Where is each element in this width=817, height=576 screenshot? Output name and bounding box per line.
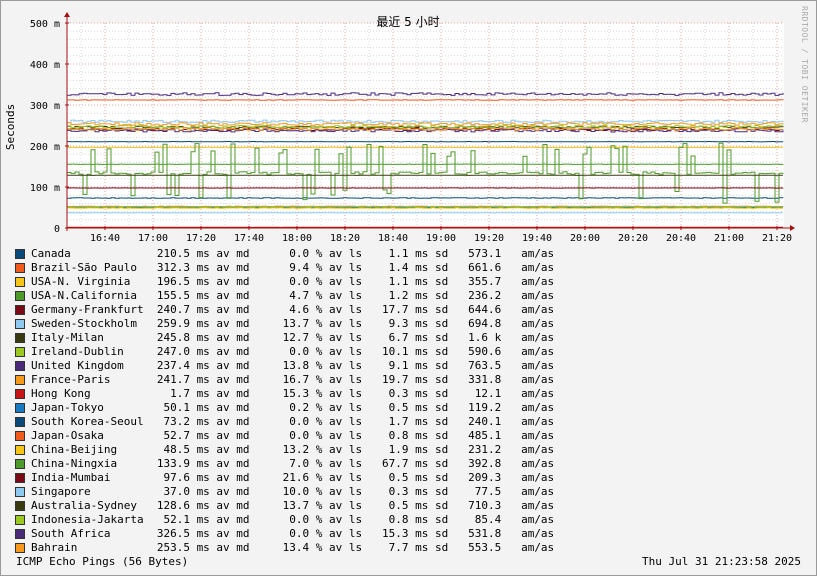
legend-text: China-Beijing 48.5 ms av md 13.2 % av ls… [31, 443, 555, 456]
legend-swatch [15, 529, 25, 539]
legend-item: Sweden-Stockholm 259.9 ms av md 13.7 % a… [15, 317, 554, 331]
legend-text: Brazil-São Paulo 312.3 ms av md 9.4 % av… [31, 261, 555, 274]
legend-item: India-Mumbai 97.6 ms av md 21.6 % av ls … [15, 471, 554, 485]
y-tick-label: 400 m [30, 60, 60, 71]
x-tick-label: 20:00 [570, 233, 600, 244]
legend-swatch [15, 459, 25, 469]
legend-text: Australia-Sydney 128.6 ms av md 13.7 % a… [31, 499, 555, 512]
legend-item: China-Beijing 48.5 ms av md 13.2 % av ls… [15, 443, 554, 457]
legend-text: Germany-Frankfurt 240.7 ms av md 4.6 % a… [31, 303, 555, 316]
legend-swatch [15, 543, 25, 553]
legend-swatch [15, 487, 25, 497]
legend-item: Ireland-Dublin 247.0 ms av md 0.0 % av l… [15, 345, 554, 359]
legend-swatch [15, 305, 25, 315]
legend-text: China-Ningxia 133.9 ms av md 7.0 % av ls… [31, 457, 555, 470]
x-tick-label: 19:20 [474, 233, 504, 244]
legend-text: South Korea-Seoul 73.2 ms av md 0.0 % av… [31, 415, 555, 428]
legend-text: United Kingdom 237.4 ms av md 13.8 % av … [31, 359, 555, 372]
legend-swatch [15, 403, 25, 413]
y-axis-label: Seconds [4, 104, 17, 150]
legend-swatch [15, 501, 25, 511]
legend-item: USA-N.California 155.5 ms av md 4.7 % av… [15, 289, 554, 303]
legend-swatch [15, 445, 25, 455]
legend-swatch [15, 473, 25, 483]
legend-item: Canada 210.5 ms av md 0.0 % av ls 1.1 ms… [15, 247, 554, 261]
legend-swatch [15, 389, 25, 399]
x-tick-label: 18:40 [378, 233, 408, 244]
legend-text: Hong Kong 1.7 ms av md 15.3 % av ls 0.3 … [31, 387, 555, 400]
legend-swatch [15, 347, 25, 357]
legend-text: Italy-Milan 245.8 ms av md 12.7 % av ls … [31, 331, 555, 344]
legend-item: Hong Kong 1.7 ms av md 15.3 % av ls 0.3 … [15, 387, 554, 401]
legend-item: France-Paris 241.7 ms av md 16.7 % av ls… [15, 373, 554, 387]
footer-timestamp: Thu Jul 31 21:23:58 2025 [642, 555, 801, 568]
y-tick-label: 300 m [30, 101, 60, 112]
ping-chart: 16:40 17:00 17:20 17:40 18:00 18:20 18:40 19:00… [4, 12, 795, 244]
x-axis-arrow [790, 225, 795, 231]
legend-text: Indonesia-Jakarta 52.1 ms av md 0.0 % av… [31, 513, 555, 526]
legend-item: Japan-Tokyo 50.1 ms av md 0.2 % av ls 0.… [15, 401, 554, 415]
x-tick-label: 16:40 [90, 233, 120, 244]
series-line [67, 99, 784, 101]
legend-item: Indonesia-Jakarta 52.1 ms av md 0.0 % av… [15, 513, 554, 527]
legend-text: France-Paris 241.7 ms av md 16.7 % av ls… [31, 373, 555, 386]
legend-item: Bahrain 253.5 ms av md 13.4 % av ls 7.7 … [15, 541, 554, 555]
x-tick-label: 19:00 [426, 233, 456, 244]
x-tick-label: 17:40 [234, 233, 264, 244]
legend: Canada 210.5 ms av md 0.0 % av ls 1.1 ms… [15, 247, 554, 555]
legend-text: Sweden-Stockholm 259.9 ms av md 13.7 % a… [31, 317, 555, 330]
legend-text: Japan-Osaka 52.7 ms av md 0.0 % av ls 0.… [31, 429, 555, 442]
legend-item: Singapore 37.0 ms av md 10.0 % av ls 0.3… [15, 485, 554, 499]
legend-item: China-Ningxia 133.9 ms av md 7.0 % av ls… [15, 457, 554, 471]
legend-swatch [15, 431, 25, 441]
x-tick-label: 18:00 [282, 233, 312, 244]
y-tick-label: 500 m [30, 19, 60, 30]
legend-swatch [15, 361, 25, 371]
y-tick-label: 0 [54, 224, 60, 235]
x-tick-label: 18:20 [330, 233, 360, 244]
x-tick-label: 20:20 [618, 233, 648, 244]
legend-item: Japan-Osaka 52.7 ms av md 0.0 % av ls 0.… [15, 429, 554, 443]
legend-swatch [15, 319, 25, 329]
legend-text: Bahrain 253.5 ms av md 13.4 % av ls 7.7 … [31, 541, 555, 554]
y-tick-label: 100 m [30, 183, 60, 194]
legend-swatch [15, 333, 25, 343]
legend-swatch [15, 291, 25, 301]
chart-title: 最近 5 小时 [376, 15, 439, 29]
legend-text: South Africa 326.5 ms av md 0.0 % av ls … [31, 527, 555, 540]
legend-item: Brazil-São Paulo 312.3 ms av md 9.4 % av… [15, 261, 554, 275]
x-tick-label: 17:00 [138, 233, 168, 244]
legend-swatch [15, 263, 25, 273]
y-tick-label: 200 m [30, 142, 60, 153]
rrdtool-watermark: RRDTOOL / TOBI OETIKER [800, 6, 809, 123]
x-tick-label: 17:20 [186, 233, 216, 244]
legend-text: India-Mumbai 97.6 ms av md 21.6 % av ls … [31, 471, 555, 484]
legend-item: Italy-Milan 245.8 ms av md 12.7 % av ls … [15, 331, 554, 345]
x-tick-label: 21:20 [762, 233, 792, 244]
y-axis-arrow [64, 12, 70, 17]
legend-item: South Africa 326.5 ms av md 0.0 % av ls … [15, 527, 554, 541]
legend-item: United Kingdom 237.4 ms av md 13.8 % av … [15, 359, 554, 373]
legend-text: Ireland-Dublin 247.0 ms av md 0.0 % av l… [31, 345, 555, 358]
x-tick-label: 21:00 [714, 233, 744, 244]
legend-swatch [15, 277, 25, 287]
x-tick-label: 19:40 [522, 233, 552, 244]
legend-text: Canada 210.5 ms av md 0.0 % av ls 1.1 ms… [31, 247, 555, 260]
legend-swatch [15, 375, 25, 385]
legend-item: South Korea-Seoul 73.2 ms av md 0.0 % av… [15, 415, 554, 429]
legend-swatch [15, 515, 25, 525]
legend-item: USA-N. Virginia 196.5 ms av md 0.0 % av … [15, 275, 554, 289]
legend-item: Germany-Frankfurt 240.7 ms av md 4.6 % a… [15, 303, 554, 317]
series-line [67, 207, 783, 209]
footer-title: ICMP Echo Pings (56 Bytes) [16, 555, 189, 568]
legend-text: Japan-Tokyo 50.1 ms av md 0.2 % av ls 0.… [31, 401, 555, 414]
series-line [67, 197, 784, 199]
legend-swatch [15, 417, 25, 427]
legend-item: Australia-Sydney 128.6 ms av md 13.7 % a… [15, 499, 554, 513]
legend-text: USA-N.California 155.5 ms av md 4.7 % av… [31, 289, 555, 302]
legend-text: Singapore 37.0 ms av md 10.0 % av ls 0.3… [31, 485, 555, 498]
x-tick-label: 20:40 [666, 233, 696, 244]
legend-text: USA-N. Virginia 196.5 ms av md 0.0 % av … [31, 275, 555, 288]
legend-swatch [15, 249, 25, 259]
